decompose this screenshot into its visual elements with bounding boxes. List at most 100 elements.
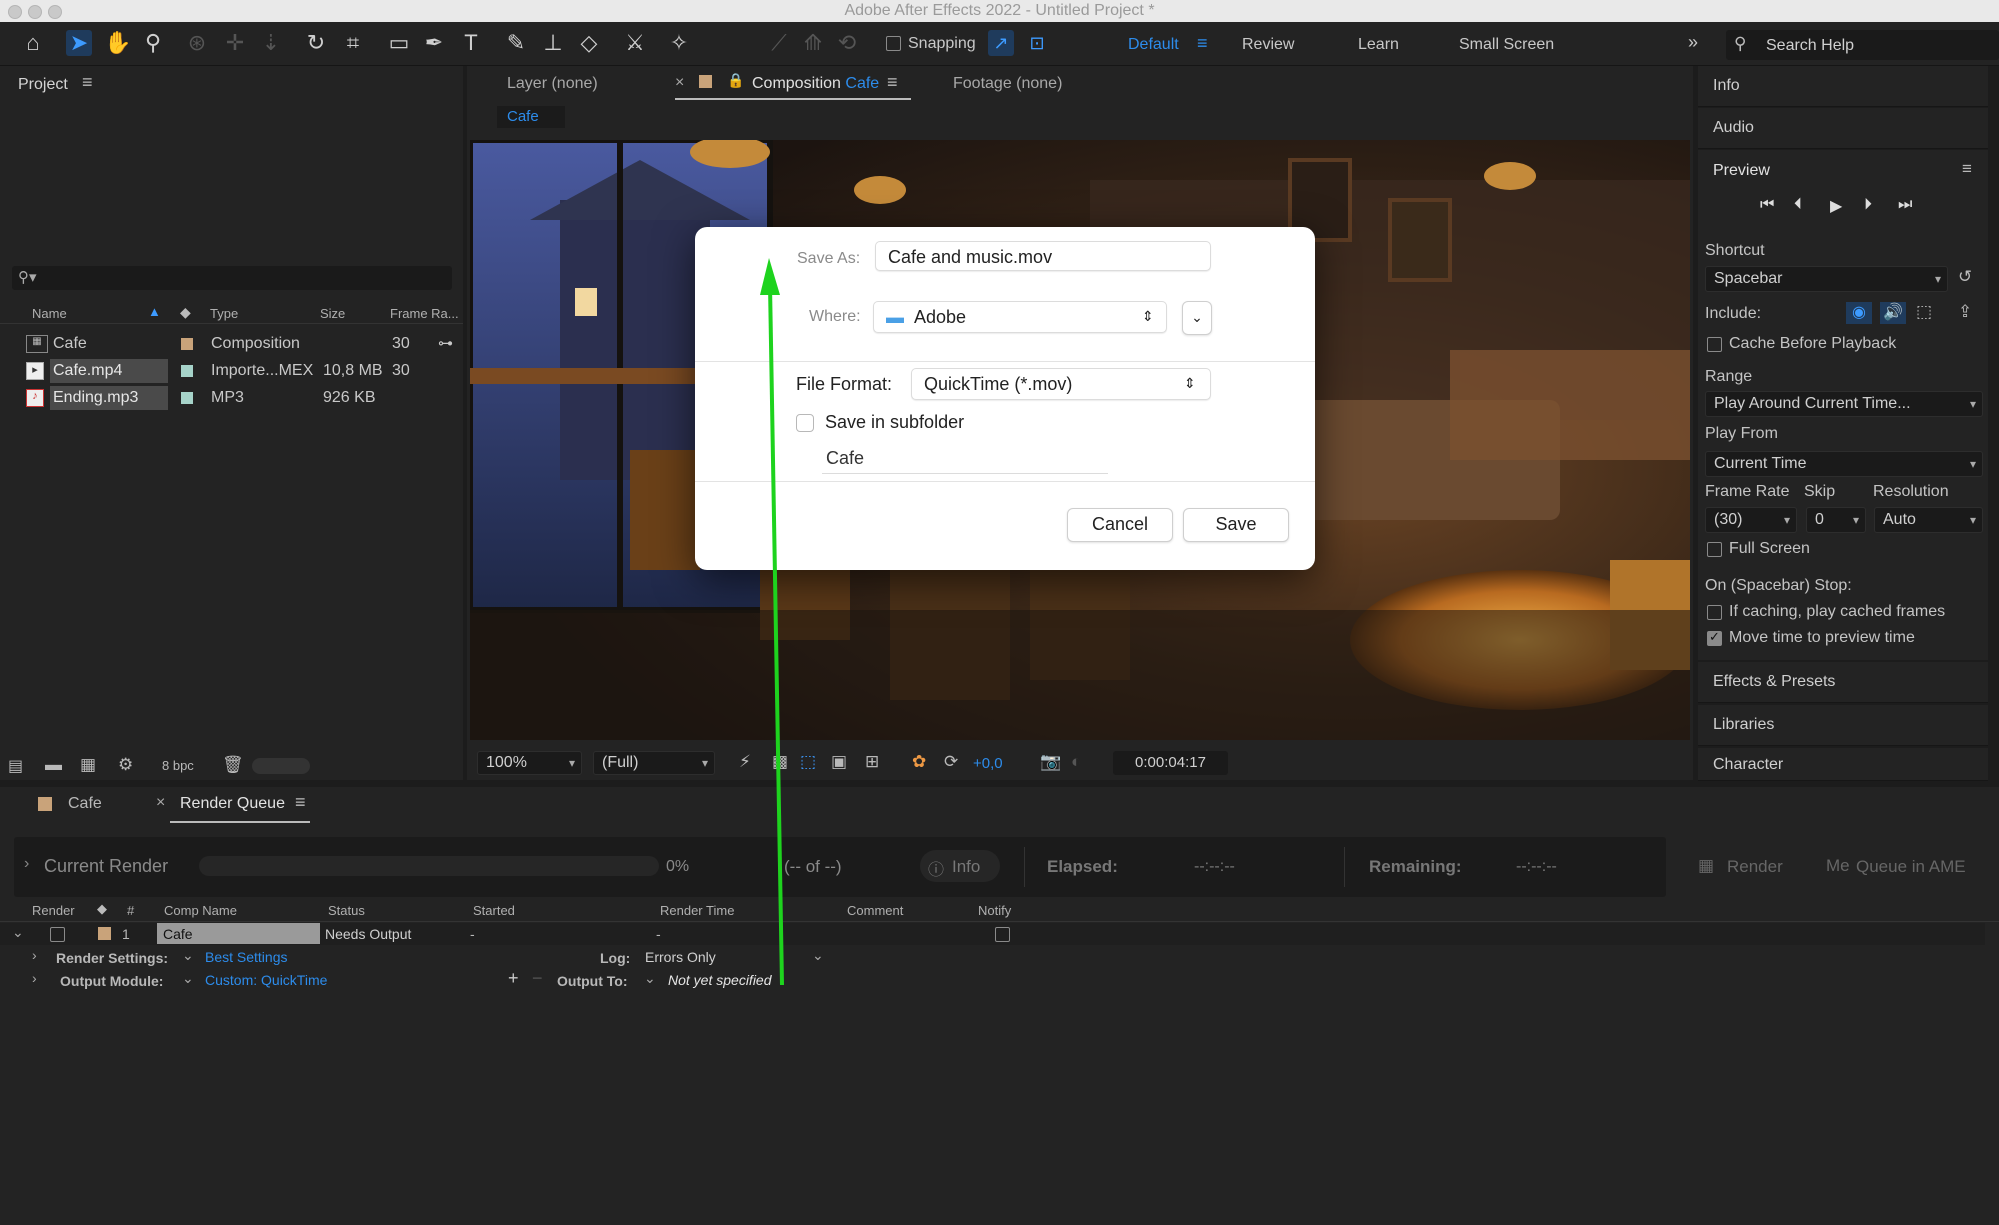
render-item-checkbox[interactable] — [50, 927, 65, 942]
first-frame-icon[interactable]: ⏮ — [1760, 196, 1774, 214]
reset-exposure-icon[interactable]: ⟳ — [944, 752, 958, 772]
snap-edges-icon[interactable]: ↗ — [988, 30, 1014, 56]
home-icon[interactable]: ⌂ — [20, 30, 46, 56]
save-button[interactable]: Save — [1183, 508, 1289, 542]
snapshot-camera-icon[interactable]: 📷 — [1040, 752, 1061, 772]
expand-dialog-button[interactable]: ⌄ — [1182, 301, 1212, 335]
world-axis-icon[interactable]: ⟰ — [800, 30, 826, 56]
chevron-right-icon[interactable]: › — [32, 947, 37, 963]
include-audio-speaker-icon[interactable]: 🔊 — [1880, 302, 1906, 324]
label-tag-icon[interactable]: ◆ — [180, 304, 191, 321]
axis-mode-icon[interactable]: ⟋ — [766, 30, 792, 56]
effects-presets-panel-header[interactable]: Effects & Presets — [1698, 662, 1988, 703]
snap-features-icon[interactable]: ⊡ — [1024, 30, 1050, 56]
sort-ascending-icon[interactable]: ▲ — [148, 304, 161, 319]
column-name[interactable]: Name — [32, 306, 67, 321]
channels-icon[interactable]: ✿ — [912, 752, 926, 772]
cancel-button[interactable]: Cancel — [1067, 508, 1173, 542]
play-icon[interactable]: ▶ — [1830, 196, 1842, 216]
render-settings-link[interactable]: Best Settings — [205, 949, 288, 965]
brush-tool-icon[interactable]: ✎ — [503, 30, 529, 56]
workspace-default[interactable]: Default — [1128, 36, 1179, 54]
magnification-dropdown[interactable]: 100% ▾ — [477, 751, 582, 775]
character-panel-header[interactable]: Character — [1698, 748, 1988, 781]
new-folder-icon[interactable]: ▬ — [45, 755, 62, 775]
info-panel-header[interactable]: Info — [1698, 66, 1988, 107]
transparency-grid-icon[interactable]: ▩ — [772, 752, 788, 772]
save-as-input[interactable]: Cafe and music.mov — [875, 241, 1211, 271]
add-output-module-icon[interactable]: + — [508, 968, 519, 989]
preview-resolution-dropdown[interactable]: Auto ▾ — [1874, 507, 1983, 533]
subfolder-name-input[interactable]: Cafe — [822, 443, 1108, 474]
lock-icon[interactable]: 🔒 — [727, 72, 744, 89]
project-item-cafe[interactable]: ▦ Cafe Composition 30 ⊶ — [0, 332, 455, 358]
queue-in-ame-button[interactable]: Queue in AME — [1856, 857, 1966, 877]
output-module-link[interactable]: Custom: QuickTime — [205, 972, 327, 988]
project-search-input[interactable]: ⚲▾ — [12, 266, 452, 290]
roto-brush-tool-icon[interactable]: ⚔ — [622, 30, 648, 56]
tab-render-queue[interactable]: Render Queue — [180, 795, 285, 813]
rotation-tool-icon[interactable]: ↻ — [303, 30, 329, 56]
type-tool-icon[interactable]: T — [458, 30, 484, 56]
cache-before-playback-checkbox[interactable] — [1707, 337, 1722, 352]
composition-breadcrumb[interactable]: Cafe — [497, 106, 565, 128]
label-color-swatch[interactable] — [181, 365, 193, 377]
close-tab-icon[interactable]: × — [675, 74, 684, 92]
preview-menu-icon[interactable]: ≡ — [1962, 159, 1972, 179]
output-to-link[interactable]: Not yet specified — [668, 972, 772, 988]
tab-composition[interactable]: Composition Cafe — [752, 75, 879, 93]
snapping-checkbox[interactable] — [886, 36, 901, 51]
label-color-swatch[interactable] — [181, 392, 193, 404]
search-help-field[interactable]: ⚲ Search Help — [1726, 30, 1999, 60]
guides-grid-icon[interactable]: ⊞ — [865, 752, 879, 772]
audio-panel-header[interactable]: Audio — [1698, 108, 1988, 149]
remove-output-module-icon[interactable]: − — [532, 968, 543, 989]
show-snapshot-icon[interactable]: ◐ — [1071, 752, 1081, 772]
column-size[interactable]: Size — [320, 306, 345, 321]
column-type[interactable]: Type — [210, 306, 238, 321]
double-chevron-right-icon[interactable]: » — [1688, 32, 1698, 53]
project-item-cafe-mp4[interactable]: ▸ Cafe.mp4 Importe...MEX 10,8 MB 30 — [0, 359, 455, 385]
rectangle-tool-icon[interactable]: ▭ — [386, 30, 412, 56]
resolution-dropdown[interactable]: (Full) ▾ — [593, 751, 715, 775]
close-window-button[interactable] — [8, 5, 22, 19]
skip-dropdown[interactable]: 0 ▾ — [1806, 507, 1866, 533]
workspace-menu-icon[interactable]: ≡ — [1197, 33, 1208, 54]
info-button[interactable]: ⓘ Info — [920, 850, 1000, 882]
color-depth-label[interactable]: 8 bpc — [162, 758, 194, 773]
last-frame-icon[interactable]: ⏭ — [1898, 196, 1912, 214]
interpret-footage-icon[interactable]: ▤ — [8, 756, 23, 776]
zoom-tool-icon[interactable]: ⚲ — [140, 30, 166, 56]
chevron-right-icon[interactable]: › — [32, 970, 37, 986]
zoom-window-button[interactable] — [48, 5, 62, 19]
mask-visibility-icon[interactable]: ▣ — [831, 752, 847, 772]
workspace-learn[interactable]: Learn — [1358, 36, 1399, 54]
render-button[interactable]: Render — [1727, 857, 1783, 877]
composition-menu-icon[interactable]: ≡ — [887, 72, 898, 93]
clone-stamp-tool-icon[interactable]: ⊥ — [540, 30, 566, 56]
move-time-checkbox[interactable] — [1707, 629, 1722, 646]
region-of-interest-icon[interactable]: ⬚ — [800, 752, 816, 772]
workspace-review[interactable]: Review — [1242, 36, 1294, 54]
trash-icon[interactable]: 🗑 — [222, 755, 244, 775]
previous-frame-icon[interactable]: ⏴ — [1794, 196, 1802, 214]
view-axis-icon[interactable]: ⟲ — [834, 30, 860, 56]
tab-footage[interactable]: Footage (none) — [953, 75, 1062, 93]
project-settings-icon[interactable]: ⚙ — [118, 755, 133, 775]
thumbnail-slider[interactable] — [252, 758, 310, 774]
pen-tool-icon[interactable]: ✒ — [421, 30, 447, 56]
puppet-pin-tool-icon[interactable]: ✧ — [666, 30, 692, 56]
next-frame-icon[interactable]: ⏵ — [1864, 196, 1872, 214]
column-frame-rate[interactable]: Frame Ra... — [390, 306, 459, 321]
if-caching-checkbox[interactable] — [1707, 605, 1722, 620]
notify-checkbox[interactable] — [995, 927, 1010, 942]
orbit-camera-icon[interactable]: ⊛ — [184, 30, 210, 56]
log-dropdown[interactable]: Errors Only ⌄ — [640, 947, 830, 967]
file-format-dropdown[interactable]: QuickTime (*.mov) ⇕ — [911, 368, 1211, 400]
where-dropdown[interactable]: ▬ Adobe ⇕ — [873, 301, 1167, 333]
chevron-down-icon[interactable]: ⌄ — [182, 970, 194, 987]
chevron-down-icon[interactable]: ⌄ — [182, 947, 194, 964]
minimize-window-button[interactable] — [28, 5, 42, 19]
project-item-ending-mp3[interactable]: ♪ Ending.mp3 MP3 926 KB — [0, 386, 455, 412]
libraries-panel-header[interactable]: Libraries — [1698, 705, 1988, 746]
